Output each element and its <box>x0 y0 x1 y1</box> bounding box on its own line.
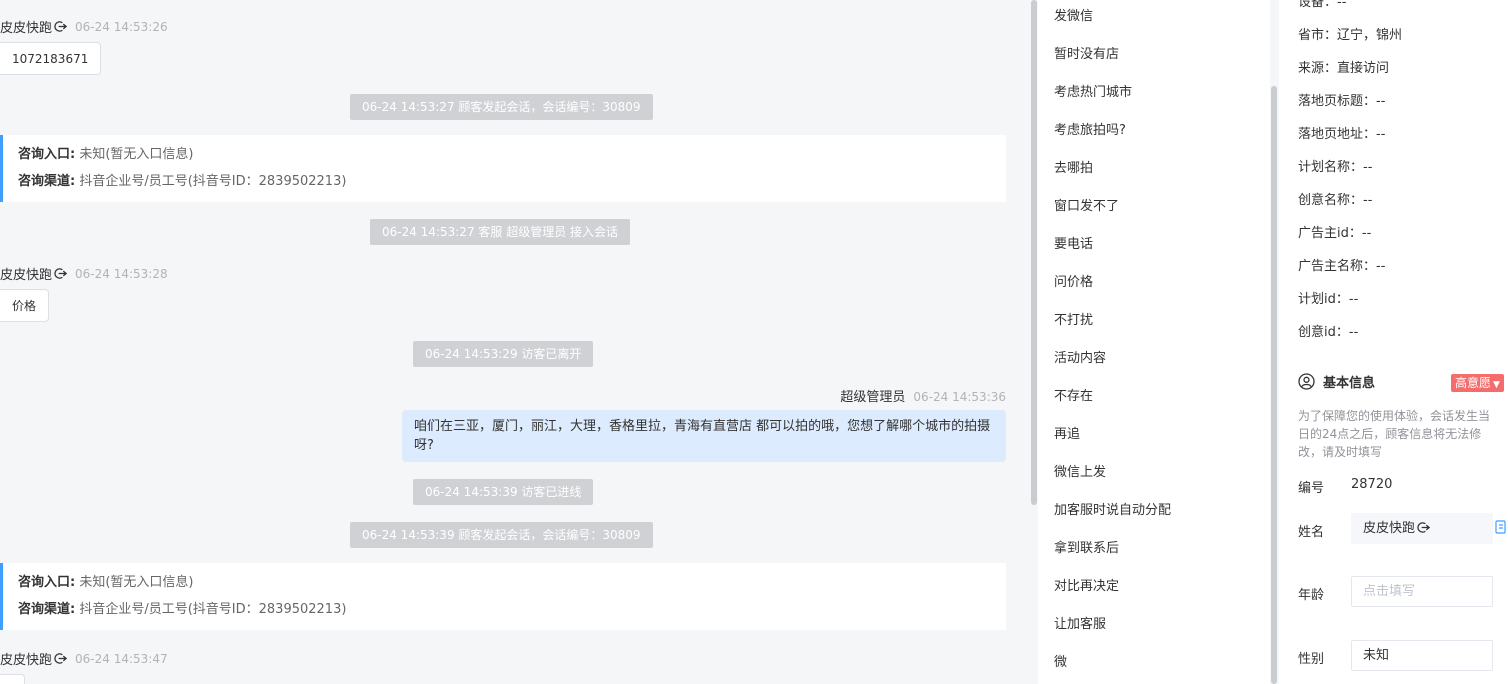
quick-reply-item[interactable]: 拿到联系后 <box>1054 537 1119 556</box>
consult-entry-row: 咨询入口: 未知(暂无入口信息) <box>18 147 194 162</box>
leave-icon <box>54 653 68 664</box>
info-field-creative-id: 创意id：-- <box>1298 325 1359 340</box>
quick-reply-item[interactable]: 微信上发 <box>1054 461 1106 480</box>
basic-info-title: 基本信息 <box>1298 372 1375 391</box>
quick-reply-item[interactable]: 不存在 <box>1054 385 1093 404</box>
quick-reply-item[interactable]: 让加客服 <box>1054 613 1106 632</box>
info-field-advertiser-id: 广告主id：-- <box>1298 226 1372 241</box>
gender-field[interactable]: 未知 <box>1351 640 1493 671</box>
user-circle-icon <box>1298 373 1315 390</box>
leave-icon <box>54 268 68 279</box>
quick-reply-item[interactable]: 加客服时说自动分配 <box>1054 499 1171 518</box>
name-field[interactable]: 皮皮快跑 <box>1351 513 1493 544</box>
agent-message-header: 超级管理员 06-24 14:53:36 <box>840 386 1006 405</box>
chat-scrollbar[interactable] <box>1031 0 1037 505</box>
visitor-message-bubble[interactable]: 1072183671 <box>0 42 102 75</box>
system-notice: 06-24 14:53:39 顾客发起会话，会话编号：30809 <box>350 522 653 548</box>
visitor-message-header: 皮皮快跑 06-24 14:53:47 <box>0 649 168 669</box>
age-input[interactable] <box>1363 584 1483 599</box>
info-field-landing-title: 落地页标题：-- <box>1298 94 1386 109</box>
visitor-name: 皮皮快跑 <box>0 653 53 668</box>
quick-reply-item[interactable]: 对比再决定 <box>1054 575 1119 594</box>
consult-info-card: 咨询入口: 未知(暂无入口信息) 咨询渠道: 抖音企业号/员工号(抖音号ID：2… <box>0 563 1006 630</box>
info-field-province: 省市：辽宁，锦州 <box>1298 28 1403 43</box>
system-notice: 06-24 14:53:27 客服 超级管理员 接入会话 <box>370 219 631 245</box>
age-field[interactable] <box>1351 576 1493 607</box>
system-notice: 06-24 14:53:39 访客已进线 <box>413 479 594 505</box>
visitor-message-header: 皮皮快跑 06-24 14:53:28 <box>0 264 168 284</box>
id-value: 28720 <box>1351 477 1393 492</box>
consult-channel-row: 咨询渠道: 抖音企业号/员工号(抖音号ID：2839502213) <box>18 602 347 617</box>
copy-icon[interactable] <box>1495 520 1507 534</box>
info-field-source: 来源：直接访问 <box>1298 61 1390 76</box>
quick-reply-item[interactable]: 问价格 <box>1054 271 1093 290</box>
quick-reply-item[interactable]: 暂时没有店 <box>1054 43 1119 62</box>
message-time: 06-24 14:53:26 <box>75 19 168 34</box>
quick-reply-item[interactable]: 去哪拍 <box>1054 157 1093 176</box>
visitor-name: 皮皮快跑 <box>0 21 53 36</box>
quick-reply-item[interactable]: 不打扰 <box>1054 309 1093 328</box>
device-field: 设备：-- <box>1298 0 1347 10</box>
quick-reply-item[interactable]: 活动内容 <box>1054 347 1106 366</box>
quick-reply-item[interactable]: 再追 <box>1054 423 1080 442</box>
chat-panel: 皮皮快跑 06-24 14:53:26 1072183671 06-24 14:… <box>0 0 1030 684</box>
gender-label: 性别 <box>1298 652 1325 667</box>
quick-reply-scrollbar[interactable] <box>1271 86 1277 684</box>
leave-icon <box>1417 522 1431 533</box>
visitor-message-bubble[interactable] <box>0 674 25 684</box>
id-label: 编号 <box>1298 481 1325 496</box>
agent-message-bubble[interactable]: 咱们在三亚，厦门，丽江，大理，香格里拉，青海有直营店 都可以拍的哦，您想了解哪个… <box>402 410 1006 462</box>
info-field-plan-id: 计划id：-- <box>1298 292 1359 307</box>
caret-down-icon: ▼ <box>1493 380 1500 390</box>
age-label: 年龄 <box>1298 588 1325 603</box>
quick-reply-item[interactable]: 发微信 <box>1054 5 1093 24</box>
leave-icon <box>54 21 68 32</box>
quick-reply-item[interactable]: 考虑旅拍吗? <box>1054 119 1126 138</box>
info-field-landing-url: 落地页地址：-- <box>1298 127 1386 142</box>
info-field-creative-name: 创意名称：-- <box>1298 193 1373 208</box>
quick-reply-list: 发微信 暂时没有店 考虑热门城市 考虑旅拍吗? 去哪拍 窗口发不了 要电话 问价… <box>1038 0 1270 684</box>
quick-reply-item[interactable]: 考虑热门城市 <box>1054 81 1132 100</box>
agent-name: 超级管理员 <box>840 390 906 405</box>
name-label: 姓名 <box>1298 525 1325 540</box>
quick-reply-item[interactable]: 微 <box>1054 651 1067 670</box>
message-time: 06-24 14:53:36 <box>913 390 1006 404</box>
consult-info-card: 咨询入口: 未知(暂无入口信息) 咨询渠道: 抖音企业号/员工号(抖音号ID：2… <box>0 135 1006 202</box>
visitor-name: 皮皮快跑 <box>0 268 53 283</box>
intent-badge-dropdown[interactable]: 高意愿 ▼ <box>1451 374 1504 392</box>
message-time: 06-24 14:53:28 <box>75 266 168 281</box>
system-notice: 06-24 14:53:29 访客已离开 <box>413 341 594 367</box>
info-field-advertiser-name: 广告主名称：-- <box>1298 259 1386 274</box>
quick-reply-item[interactable]: 窗口发不了 <box>1054 195 1119 214</box>
visitor-info-panel: 设备：-- 省市：辽宁，锦州 来源：直接访问 落地页标题：-- 落地页地址：--… <box>1279 0 1508 684</box>
info-field-plan-name: 计划名称：-- <box>1298 160 1373 175</box>
consult-entry-row: 咨询入口: 未知(暂无入口信息) <box>18 575 194 590</box>
visitor-message-header: 皮皮快跑 06-24 14:53:26 <box>0 17 168 37</box>
quick-reply-item[interactable]: 要电话 <box>1054 233 1093 252</box>
edit-notice: 为了保障您的使用体验，会话发生当日的24点之后，顾客信息将无法修改，请及时填写 <box>1298 409 1491 459</box>
message-time: 06-24 14:53:47 <box>75 651 168 666</box>
system-notice: 06-24 14:53:27 顾客发起会话，会话编号：30809 <box>350 94 653 120</box>
visitor-message-bubble[interactable]: 价格 <box>0 289 50 322</box>
consult-channel-row: 咨询渠道: 抖音企业号/员工号(抖音号ID：2839502213) <box>18 174 347 189</box>
